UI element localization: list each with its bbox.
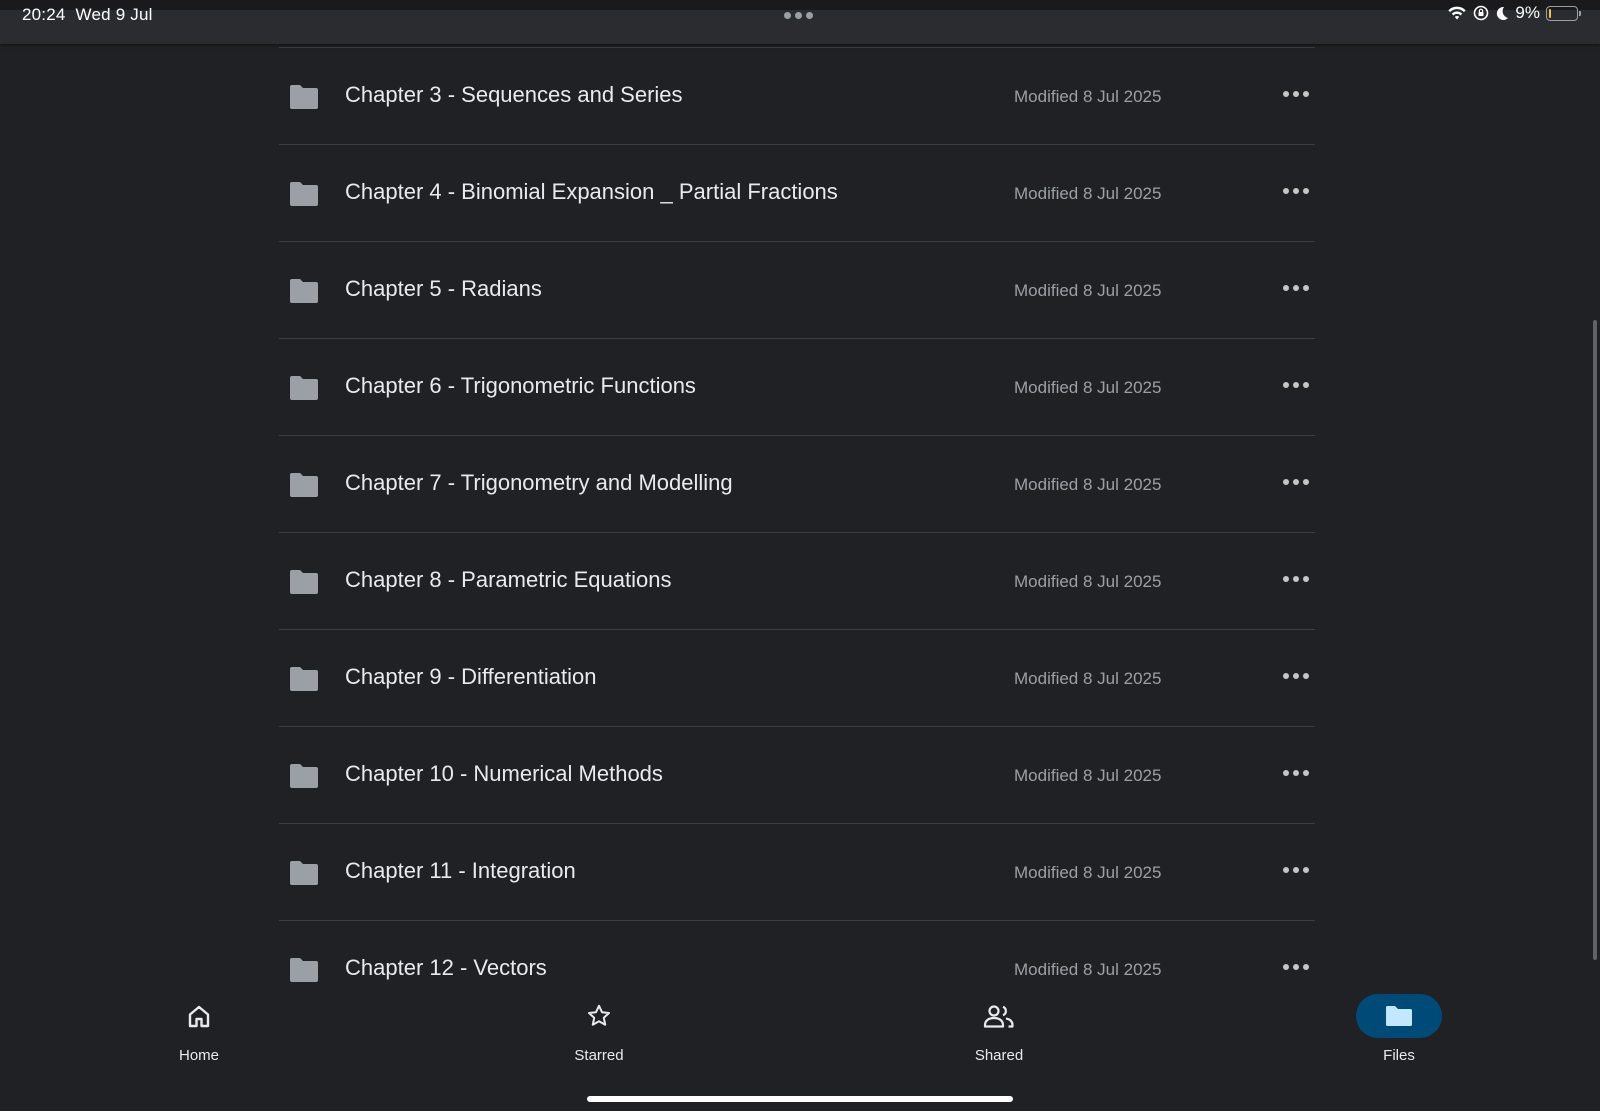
status-clock: 20:24 Wed 9 Jul: [22, 5, 153, 25]
file-modified-date: Modified 8 Jul 2025: [1014, 960, 1162, 979]
folder-icon: [290, 570, 318, 594]
scrollbar[interactable]: [1593, 320, 1597, 960]
battery-level: [1549, 8, 1552, 18]
status-date: Wed 9 Jul: [75, 5, 153, 24]
nav-shared-icon-wrap: [956, 994, 1042, 1038]
file-modified-date: Modified 8 Jul 2025: [1014, 863, 1162, 882]
home-icon: [188, 1005, 210, 1028]
status-indicators: 9%: [1447, 3, 1581, 23]
more-options-icon[interactable]: [1283, 867, 1309, 873]
star-icon: [588, 1004, 610, 1026]
file-name[interactable]: Chapter 6 - Trigonometric Functions: [345, 373, 696, 399]
folder-icon: [290, 85, 318, 109]
file-modified-date: Modified 8 Jul 2025: [1014, 184, 1162, 203]
nav-home-label: Home: [178, 1047, 219, 1064]
folder-icon: [290, 376, 318, 400]
more-options-icon[interactable]: [1283, 285, 1309, 291]
file-name[interactable]: Chapter 5 - Radians: [345, 276, 542, 302]
more-options-icon[interactable]: [1283, 770, 1309, 776]
file-row[interactable]: Chapter 4 - Binomial Expansion _ Partial…: [279, 144, 1315, 241]
file-row[interactable]: Chapter 8 - Parametric Equations Modified…: [279, 532, 1315, 629]
file-modified-date: Modified 8 Jul 2025: [1014, 87, 1162, 106]
folder-icon: [290, 182, 318, 206]
multitasking-dots-icon[interactable]: [784, 12, 813, 19]
file-name[interactable]: Chapter 12 - Vectors: [345, 955, 547, 981]
home-indicator[interactable]: [587, 1096, 1013, 1102]
file-modified-date: Modified 8 Jul 2025: [1014, 766, 1162, 785]
folder-icon: [290, 279, 318, 303]
nav-starred-label: Starred: [574, 1047, 624, 1064]
bottom-navigation: Home Starred Shared Files: [0, 984, 1600, 1111]
nav-files-label: Files: [1383, 1047, 1415, 1064]
file-list: Chapter 3 - Sequences and Series Modified…: [279, 47, 1315, 1017]
nav-files-icon-wrap: [1356, 994, 1442, 1038]
nav-files[interactable]: Files: [1339, 994, 1459, 1064]
folder-icon: [290, 764, 318, 788]
battery-percent: 9%: [1515, 3, 1540, 22]
more-options-icon[interactable]: [1283, 479, 1309, 485]
nav-starred[interactable]: Starred: [539, 994, 659, 1064]
file-modified-date: Modified 8 Jul 2025: [1014, 572, 1162, 591]
file-name[interactable]: Chapter 11 - Integration: [345, 858, 576, 884]
file-row[interactable]: Chapter 3 - Sequences and Series Modified…: [279, 47, 1315, 144]
do-not-disturb-icon: [1497, 6, 1509, 20]
more-options-icon[interactable]: [1283, 964, 1309, 970]
file-name[interactable]: Chapter 3 - Sequences and Series: [345, 82, 683, 108]
file-modified-date: Modified 8 Jul 2025: [1014, 669, 1162, 688]
more-options-icon[interactable]: [1283, 188, 1309, 194]
folder-icon: [290, 473, 318, 497]
more-options-icon[interactable]: [1283, 673, 1309, 679]
nav-starred-icon-wrap: [556, 994, 642, 1038]
file-modified-date: Modified 8 Jul 2025: [1014, 281, 1162, 300]
file-row[interactable]: Chapter 5 - Radians Modified 8 Jul 2025: [279, 241, 1315, 338]
folder-icon: [1386, 1006, 1412, 1026]
file-modified-date: Modified 8 Jul 2025: [1014, 378, 1162, 397]
file-name[interactable]: Chapter 9 - Differentiation: [345, 664, 597, 690]
nav-shared[interactable]: Shared: [939, 994, 1059, 1064]
file-name[interactable]: Chapter 8 - Parametric Equations: [345, 567, 672, 593]
nav-shared-label: Shared: [974, 1047, 1024, 1064]
file-row[interactable]: Chapter 10 - Numerical Methods Modified 8…: [279, 726, 1315, 823]
screen-lock-icon: [1474, 5, 1489, 21]
status-bar: 20:24 Wed 9 Jul 9%: [0, 0, 1600, 44]
status-time: 20:24: [22, 5, 66, 24]
more-options-icon[interactable]: [1283, 91, 1309, 97]
file-name[interactable]: Chapter 7 - Trigonometry and Modelling: [345, 470, 733, 496]
battery-icon: [1546, 5, 1581, 21]
more-options-icon[interactable]: [1283, 382, 1309, 388]
file-row[interactable]: Chapter 11 - Integration Modified 8 Jul 2…: [279, 823, 1315, 920]
file-name[interactable]: Chapter 4 - Binomial Expansion _ Partial…: [345, 179, 838, 205]
file-modified-date: Modified 8 Jul 2025: [1014, 475, 1162, 494]
file-row[interactable]: Chapter 7 - Trigonometry and Modelling Mo…: [279, 435, 1315, 532]
folder-icon: [290, 667, 318, 691]
nav-home-icon-wrap: [156, 994, 242, 1038]
shared-people-icon: [983, 1005, 1014, 1028]
more-options-icon[interactable]: [1283, 576, 1309, 582]
folder-icon: [290, 958, 318, 982]
nav-home[interactable]: Home: [139, 994, 259, 1064]
file-row[interactable]: Chapter 9 - Differentiation Modified 8 Ju…: [279, 629, 1315, 726]
file-name[interactable]: Chapter 10 - Numerical Methods: [345, 761, 663, 787]
folder-icon: [290, 861, 318, 885]
wifi-icon: [1448, 6, 1467, 20]
file-row[interactable]: Chapter 6 - Trigonometric Functions Modif…: [279, 338, 1315, 435]
